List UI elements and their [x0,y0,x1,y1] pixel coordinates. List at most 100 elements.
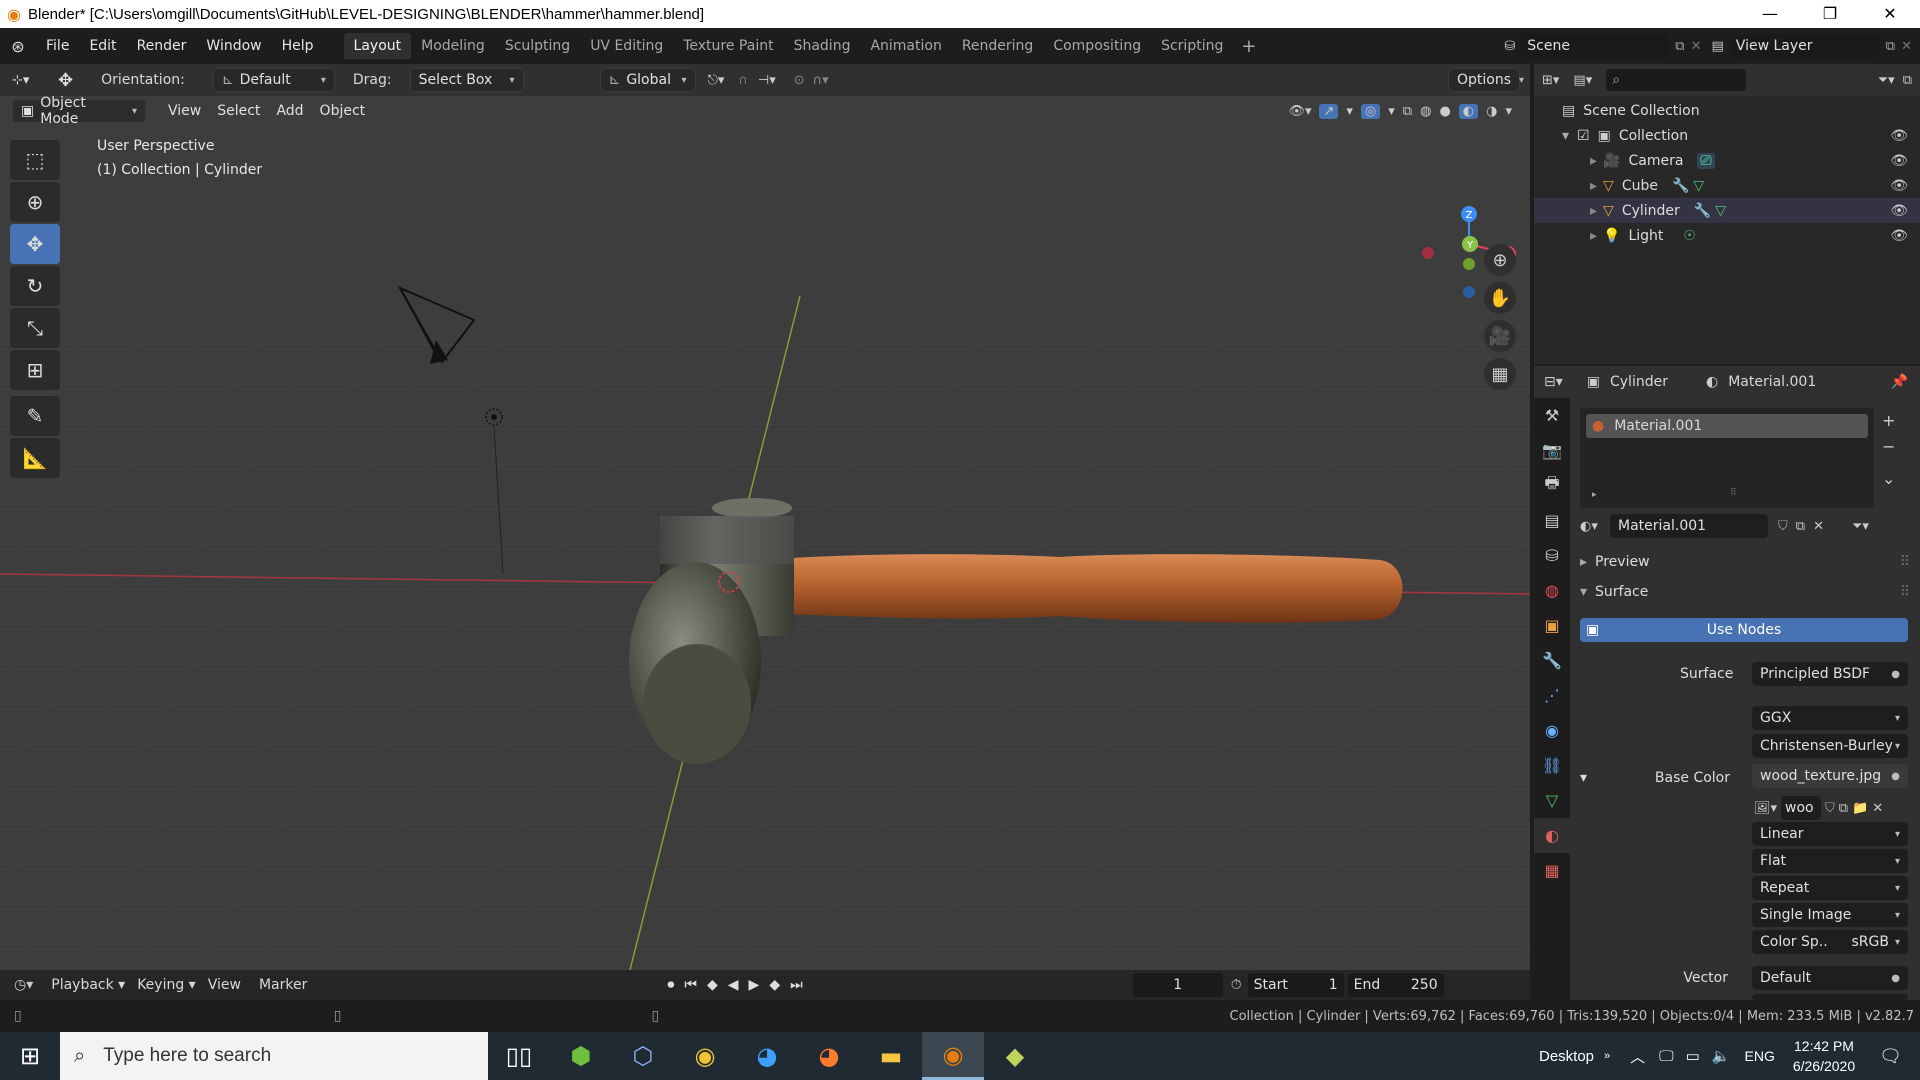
orientation-dropdown[interactable]: ⊾ Default ▾ [212,68,335,92]
git-kraken-icon[interactable]: ◆ [984,1032,1046,1080]
menu-render[interactable]: Render [127,38,197,54]
pan-hand-icon[interactable]: ✋ [1484,282,1516,314]
image-new-icon[interactable]: ⧉ [1839,801,1848,816]
menu-playback[interactable]: Playback ▾ [51,977,125,993]
notifications-icon[interactable]: 🗨 [1879,1046,1902,1067]
eye-icon[interactable]: 👁 [1890,128,1908,144]
menu-add[interactable]: Add [268,99,311,123]
image-unlink-icon[interactable]: ✕ [1872,801,1883,816]
editor-type-icon[interactable]: ⊹▾ [12,73,42,88]
prev-keyframe-icon[interactable]: ◆ [707,977,718,993]
play-reverse-icon[interactable]: ◀ [728,977,739,993]
use-nodes-button[interactable]: ▣ Use Nodes [1580,618,1908,642]
mode-dropdown[interactable]: ▣ Object Mode ▾ [12,95,146,127]
distribution-dropdown[interactable]: GGX ▾ [1752,706,1908,730]
network-icon[interactable]: 🖵 [1659,1048,1673,1065]
measure-tool-icon[interactable]: 📐 [10,438,60,478]
extension-dropdown[interactable]: Repeat ▾ [1752,876,1908,900]
eye-icon[interactable]: 👁 [1890,228,1908,244]
windows-start-icon[interactable]: ⊞ [0,1032,60,1080]
menu-file[interactable]: File [36,38,79,54]
color-space-dropdown[interactable]: Color Sp.. sRGB ▾ [1752,930,1908,954]
eye-icon[interactable]: 👁 [1890,178,1908,194]
physics-tab-icon[interactable]: ◉ [1534,713,1570,748]
vector-field[interactable]: Default ● [1752,966,1908,990]
battery-icon[interactable]: ▭ [1686,1047,1700,1065]
base-color-expand-icon[interactable]: ▾ [1580,770,1587,786]
clock[interactable]: 12:42 PM 6/26/2020 [1793,1036,1855,1076]
expand-arrow-icon[interactable]: ▸ [1592,490,1597,500]
3d-viewport[interactable]: Z X Y User Perspective (1) Collection | … [0,64,1530,970]
texture-tab-icon[interactable]: ▦ [1534,853,1570,888]
tab-layout[interactable]: Layout [343,33,412,59]
virtualbox-icon[interactable]: ⬡ [612,1032,674,1080]
surface-panel-header[interactable]: ▾ Surface ⠿ [1580,584,1910,600]
solid-shading-icon[interactable]: ● [1439,104,1450,119]
view-layer-field[interactable]: View Layer [1729,34,1880,58]
task-view-icon[interactable]: ▯▯ [488,1032,550,1080]
stopwatch-icon[interactable]: ⏱ [1231,977,1242,993]
file-explorer-icon[interactable]: ▬ [860,1032,922,1080]
remove-view-layer-icon[interactable]: ✕ [1901,39,1912,54]
modifier-tab-icon[interactable]: 🔧 [1534,643,1570,678]
material-tab-icon[interactable]: ◐ [1534,818,1570,853]
source-dropdown[interactable]: Single Image ▾ [1752,903,1908,927]
outliner-item-cube[interactable]: ▸ ▽ Cube 🔧 ▽ 👁 [1534,173,1920,198]
scene-tab-icon[interactable]: ⛁ [1534,538,1570,573]
menu-view[interactable]: View [160,99,209,123]
image-browse-icon[interactable]: 🖼▾ [1754,801,1777,816]
tool-tab-icon[interactable]: ⚒ [1534,398,1570,433]
menu-keying[interactable]: Keying ▾ [137,977,196,993]
node-tree-icon[interactable]: ⏷▾ [1852,519,1869,534]
new-scene-icon[interactable]: ⧉ [1675,39,1684,54]
taskbar-search-input[interactable]: ⌕ Type here to search [60,1032,488,1080]
end-frame-field[interactable]: End 250 [1347,973,1444,997]
remove-slot-icon[interactable]: − [1882,434,1895,460]
render-tab-icon[interactable]: 📷 [1534,433,1570,468]
select-box-tool-icon[interactable]: ⬚ [10,140,60,180]
resize-grip-icon[interactable]: ⠿ [1730,488,1737,498]
subsurface-field[interactable] [1752,994,1908,1000]
wireframe-shading-icon[interactable]: ◍ [1420,104,1431,119]
surface-shader-field[interactable]: Principled BSDF ● [1752,662,1908,686]
fake-user-shield-icon[interactable]: ⛉ [1778,519,1788,534]
outliner-editor-icon[interactable]: ⊞▾ [1542,73,1559,88]
eye-icon[interactable]: 👁 [1890,153,1908,169]
outliner-item-cylinder[interactable]: ▸ ▽ Cylinder 🔧 ▽ 👁 [1534,198,1920,223]
proportional-edit-icon[interactable]: ⊙ [794,73,805,88]
falloff-icon[interactable]: ∩▾ [813,73,829,88]
next-keyframe-icon[interactable]: ◆ [769,977,780,993]
properties-editor-icon[interactable]: ⊟▾ [1544,374,1563,390]
image-fake-user-icon[interactable]: ⛉ [1825,801,1835,816]
jump-end-icon[interactable]: ⏭ [790,977,803,993]
tab-compositing[interactable]: Compositing [1043,33,1151,59]
menu-marker[interactable]: Marker [259,977,307,993]
expand-arrow-icon[interactable]: ▸ [1590,153,1597,169]
particles-tab-icon[interactable]: ⋰ [1534,678,1570,713]
view-layer-icon[interactable]: ▤ [1712,39,1724,54]
minimize-button[interactable]: — [1740,0,1800,28]
menu-object[interactable]: Object [312,99,374,123]
outliner-search-input[interactable]: ⌕ [1606,69,1747,91]
tab-rendering[interactable]: Rendering [952,33,1044,59]
desktop-toolbar-label[interactable]: Desktop [1539,1048,1594,1065]
chrome-icon[interactable]: ◉ [674,1032,736,1080]
scale-tool-icon[interactable]: ⤡ [10,308,60,348]
eye-icon[interactable]: 👁 [1890,203,1908,219]
maximize-button[interactable]: ❐ [1800,0,1860,28]
outliner-item-light[interactable]: ▸ 💡 Light ☉ 👁 [1534,223,1920,248]
move-tool-icon[interactable]: ✥ [58,70,73,91]
pivot-point-icon[interactable]: ⎋▾ [708,73,725,88]
tab-uv-editing[interactable]: UV Editing [580,33,673,59]
expand-arrow-icon[interactable]: ▾ [1562,128,1569,144]
tab-texture-paint[interactable]: Texture Paint [673,33,783,59]
menu-help[interactable]: Help [272,38,324,54]
rendered-shading-icon[interactable]: ◑ [1486,104,1497,119]
visibility-icon[interactable]: 👁▾ [1288,104,1311,119]
outliner-item-camera[interactable]: ▸ 🎥 Camera ⎚ 👁 [1534,148,1920,173]
remove-scene-icon[interactable]: ✕ [1691,39,1702,54]
grid-view-icon[interactable]: ▦ [1484,358,1516,390]
browse-material-icon[interactable]: ◐▾ [1580,519,1610,534]
snap-target-icon[interactable]: ⊣▾ [758,73,776,88]
data-tab-icon[interactable]: ▽ [1534,783,1570,818]
